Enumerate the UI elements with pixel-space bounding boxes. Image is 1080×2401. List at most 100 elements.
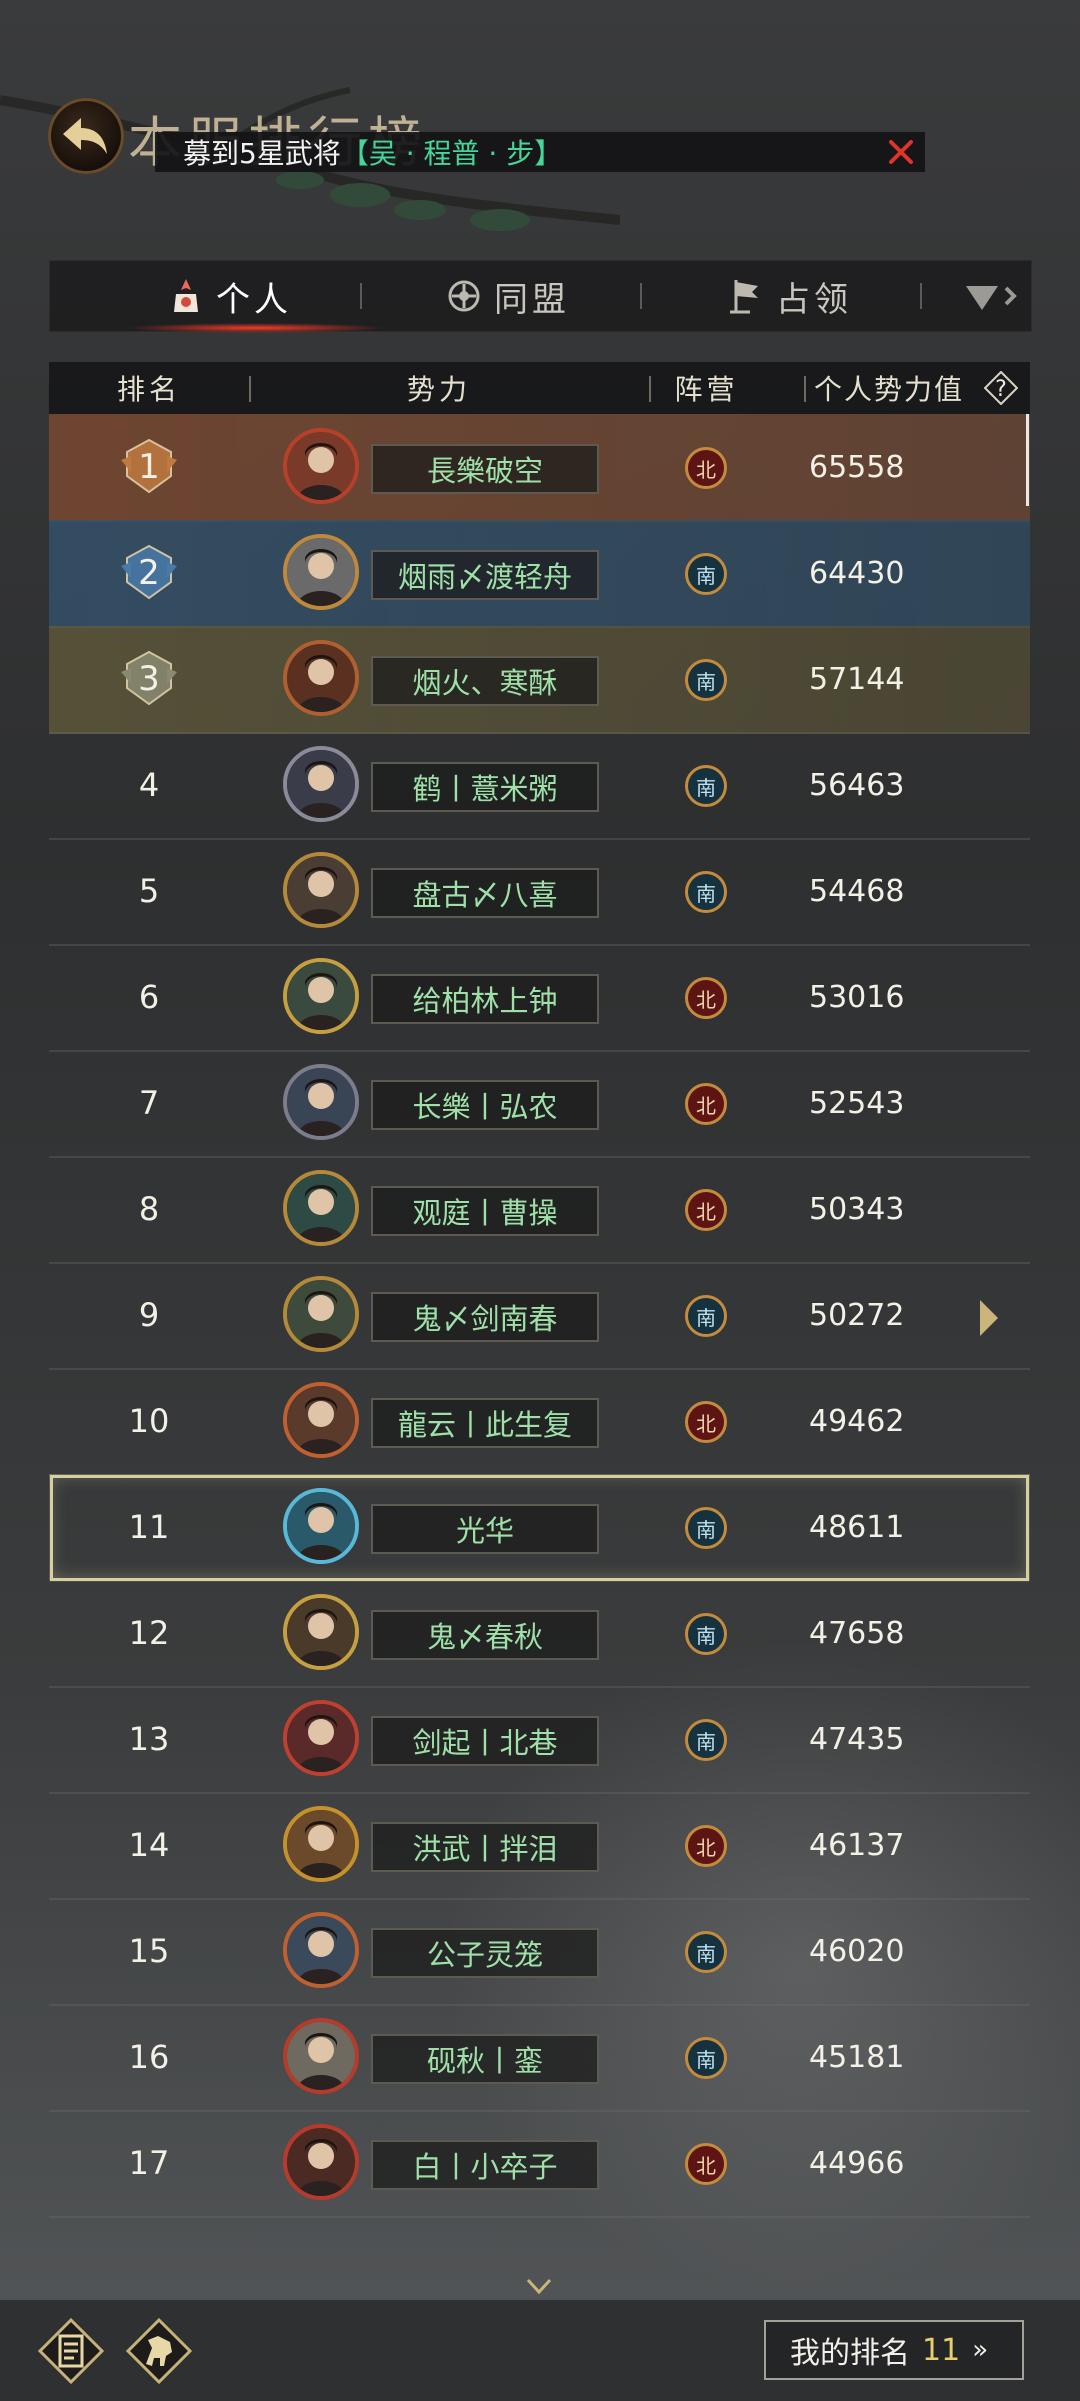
avatar[interactable]: [283, 1594, 359, 1670]
notice-banner: 募到5星武将【吴 · 程普 · 步】: [155, 132, 925, 172]
table-header: 排名 势力 阵营 个人势力值 ?: [49, 362, 1030, 414]
rank-cell: 12: [49, 1580, 249, 1686]
avatar[interactable]: [283, 428, 359, 504]
player-name[interactable]: 盘古〆八喜: [371, 868, 599, 918]
table-row[interactable]: 8 观庭丨曹操 北 50343: [49, 1156, 1030, 1264]
ranking-tabs: 个人 同盟 占领: [49, 260, 1032, 333]
player-name[interactable]: 洪武丨拌泪: [371, 1822, 599, 1872]
power-value: 57144: [809, 661, 905, 697]
tab-more[interactable]: [962, 261, 1022, 331]
avatar[interactable]: [283, 1064, 359, 1140]
avatar-portrait-icon: [287, 2128, 355, 2196]
player-name[interactable]: 鹤丨薏米粥: [371, 762, 599, 812]
player-name[interactable]: 烟火、寒酥: [371, 656, 599, 706]
horse-icon[interactable]: [126, 2318, 192, 2384]
rank-number: 14: [128, 1826, 170, 1864]
rank-cell: 3: [49, 626, 249, 732]
avatar[interactable]: [283, 958, 359, 1034]
avatar[interactable]: [283, 1806, 359, 1882]
power-value: 65558: [809, 449, 905, 485]
table-row[interactable]: 9 鬼〆剑南春南 50272: [49, 1262, 1030, 1370]
svg-text:?: ?: [995, 377, 1007, 402]
table-row[interactable]: 6 给柏林上钟 北 53016: [49, 944, 1030, 1052]
power-value: 50343: [809, 1191, 905, 1227]
back-button[interactable]: [48, 98, 124, 174]
tab-alliance[interactable]: 同盟: [444, 261, 570, 331]
faction-badge: 北: [685, 2143, 727, 2185]
avatar[interactable]: [283, 1488, 359, 1564]
rank-cell: 16: [49, 2004, 249, 2110]
ranking-list: 1 長樂破空北 65558 2 烟雨〆渡轻舟南 64430 3 烟火、寒酥南 57144 4 鹤丨薏…: [49, 414, 1030, 2280]
avatar[interactable]: [283, 852, 359, 928]
rankings-icon[interactable]: [38, 2318, 104, 2384]
player-name[interactable]: 長樂破空: [371, 444, 599, 494]
avatar[interactable]: [283, 1382, 359, 1458]
power-value: 47658: [809, 1615, 905, 1651]
tab-label: 同盟: [494, 279, 570, 320]
tab-label: 占领: [776, 279, 852, 320]
table-row[interactable]: 1 長樂破空 北 65558: [49, 414, 1030, 522]
avatar[interactable]: [283, 640, 359, 716]
table-row[interactable]: 4 鹤丨薏米粥 南 56463: [49, 732, 1030, 840]
avatar[interactable]: [283, 534, 359, 610]
more-tab-icon: [966, 286, 1017, 310]
rank-number: 11: [128, 1508, 170, 1546]
avatar[interactable]: [283, 2018, 359, 2094]
table-row[interactable]: 14 洪武丨拌泪 北 46137: [49, 1792, 1030, 1900]
table-row[interactable]: 2 烟雨〆渡轻舟 南 64430: [49, 520, 1030, 628]
table-row[interactable]: 7 长樂丨弘农 北 52543: [49, 1050, 1030, 1158]
faction-badge: 南: [685, 765, 727, 807]
player-name[interactable]: 公子灵笼: [371, 1928, 599, 1978]
tab-personal[interactable]: 个人: [126, 261, 386, 333]
avatar[interactable]: [283, 1170, 359, 1246]
player-name[interactable]: 烟雨〆渡轻舟: [371, 550, 599, 600]
tab-occupy[interactable]: 占领: [726, 261, 852, 331]
bottom-bar: 我的排名 11 »: [0, 2300, 1080, 2401]
avatar[interactable]: [283, 1700, 359, 1776]
rank-number: 17: [128, 2144, 170, 2182]
player-name[interactable]: 砚秋丨銮: [371, 2034, 599, 2084]
table-row[interactable]: 3 烟火、寒酥 南 57144: [49, 626, 1030, 734]
notice-close-button[interactable]: [885, 136, 917, 168]
rank-cell: 8: [49, 1156, 249, 1262]
player-name[interactable]: 长樂丨弘农: [371, 1080, 599, 1130]
avatar-portrait-icon: [287, 644, 355, 712]
avatar-portrait-icon: [287, 1492, 355, 1560]
player-name[interactable]: 龍云丨此生复: [371, 1398, 599, 1448]
table-row[interactable]: 17 白丨小卒子 北 44966: [49, 2110, 1030, 2218]
player-name[interactable]: 剑起丨北巷: [371, 1716, 599, 1766]
player-name[interactable]: 白丨小卒子: [371, 2140, 599, 2190]
table-row[interactable]: 13 剑起丨北巷 南 47435: [49, 1686, 1030, 1794]
my-rank-button[interactable]: 我的排名 11 »: [764, 2320, 1024, 2380]
power-value: 46137: [809, 1827, 905, 1863]
avatar[interactable]: [283, 1276, 359, 1352]
faction-badge: 南: [685, 1719, 727, 1761]
player-name[interactable]: 鬼〆春秋: [371, 1610, 599, 1660]
table-row[interactable]: 5 盘古〆八喜 南 54468: [49, 838, 1030, 946]
scrollbar[interactable]: [1026, 414, 1029, 506]
faction-badge: 南: [685, 1613, 727, 1655]
rank-number: 6: [138, 978, 160, 1016]
my-rank-value: 11: [922, 2332, 961, 2368]
notice-text: 募到5星武将【吴 · 程普 · 步】: [155, 132, 562, 172]
avatar[interactable]: [283, 2124, 359, 2200]
side-arrow-icon[interactable]: [976, 1298, 1002, 1338]
tab-label: 个人: [216, 279, 292, 320]
faction-badge: 南: [685, 2037, 727, 2079]
avatar-portrait-icon: [287, 1068, 355, 1136]
table-row[interactable]: 12 鬼〆春秋 南 47658: [49, 1580, 1030, 1688]
table-row[interactable]: 16 砚秋丨銮 南 45181: [49, 2004, 1030, 2112]
avatar[interactable]: [283, 746, 359, 822]
table-row[interactable]: 15 公子灵笼 南 46020: [49, 1898, 1030, 2006]
notice-highlight: 【吴 · 程普 · 步】: [340, 137, 563, 170]
help-icon[interactable]: ?: [984, 371, 1018, 405]
table-row[interactable]: 10 龍云丨此生复 北 49462: [49, 1368, 1030, 1476]
player-name[interactable]: 鬼〆剑南春: [371, 1292, 599, 1342]
player-name[interactable]: 观庭丨曹操: [371, 1186, 599, 1236]
rank-number: 9: [138, 1296, 160, 1334]
player-name[interactable]: 光华: [371, 1504, 599, 1554]
table-row[interactable]: 11 光华 南 48611: [49, 1474, 1030, 1582]
avatar[interactable]: [283, 1912, 359, 1988]
alliance-tab-icon: [448, 280, 480, 312]
player-name[interactable]: 给柏林上钟: [371, 974, 599, 1024]
